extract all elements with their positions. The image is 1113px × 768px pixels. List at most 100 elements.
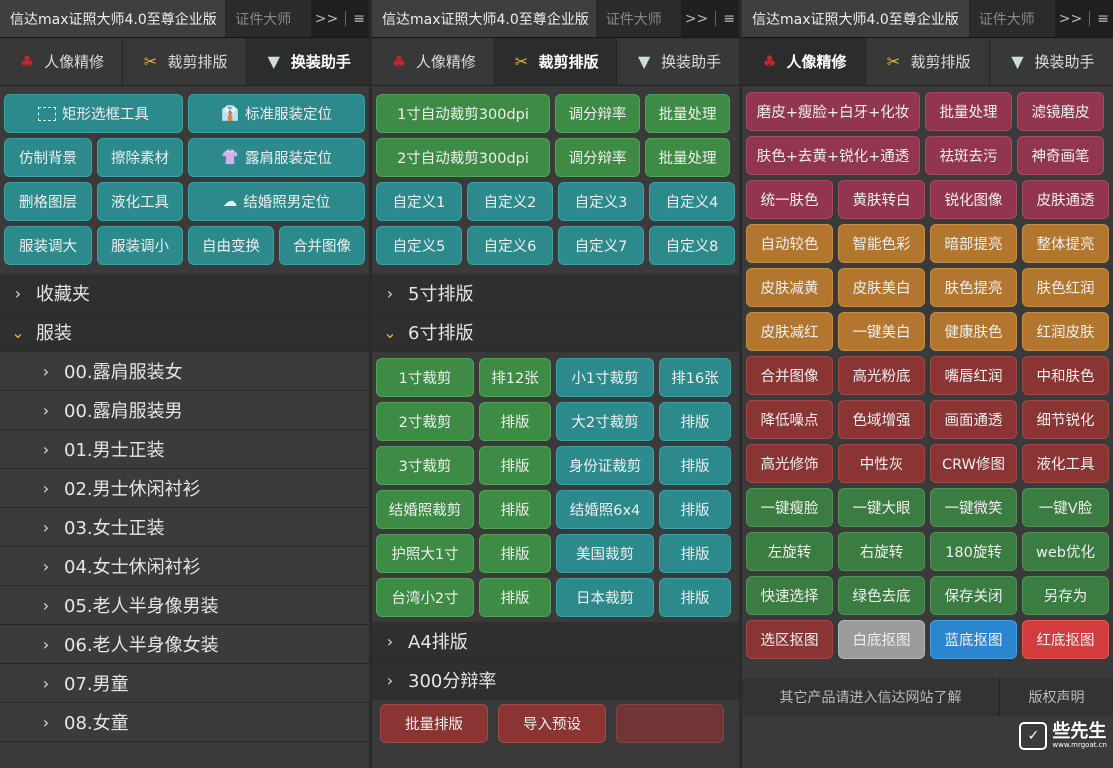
clothes-shrink-button[interactable]: 服装调小 [97, 226, 183, 265]
retouch-button[interactable]: 绿色去底 [838, 576, 925, 615]
clone-bg-button[interactable]: 仿制背景 [4, 138, 92, 177]
retouch-button[interactable]: 高光修饰 [746, 444, 833, 483]
custom-button[interactable]: 自定义2 [467, 182, 553, 221]
retouch-button[interactable]: 嘴唇红润 [930, 356, 1017, 395]
retouch-button[interactable]: 锐化图像 [930, 180, 1017, 219]
custom-button[interactable]: 自定义6 [467, 226, 553, 265]
standard-clothes-button[interactable]: 👔 标准服装定位 [188, 94, 365, 133]
tab-main[interactable]: 信达max证照大师4.0至尊企业版 [372, 0, 596, 37]
retouch-button[interactable]: 肤色提亮 [930, 268, 1017, 307]
layout-button[interactable]: 排16张 [659, 358, 731, 397]
wedding-male-button[interactable]: ☁ 结婚照男定位 [188, 182, 365, 221]
blue-bg-cutout-button[interactable]: 蓝底抠图 [930, 620, 1017, 659]
retouch-button[interactable]: 一键瘦脸 [746, 488, 833, 527]
crop-button[interactable]: 日本裁剪 [556, 578, 654, 617]
retouch-button[interactable]: 皮肤减红 [746, 312, 833, 351]
delete-layer-button[interactable]: 删格图层 [4, 182, 92, 221]
subtab-portrait[interactable]: ♣ 人像精修 [372, 38, 495, 85]
more-tabs-icon[interactable]: >> [1055, 0, 1086, 37]
retouch-button[interactable]: 液化工具 [1022, 444, 1109, 483]
retouch-button[interactable]: 右旋转 [838, 532, 925, 571]
crop-button[interactable]: 2寸裁剪 [376, 402, 474, 441]
menu-icon[interactable]: ≡ [1093, 0, 1113, 37]
blank-button[interactable] [616, 704, 724, 743]
retouch-button[interactable]: 整体提亮 [1022, 224, 1109, 263]
rect-marquee-button[interactable]: 矩形选框工具 [4, 94, 183, 133]
retouch-button[interactable]: 高光粉底 [838, 356, 925, 395]
batch-process-button[interactable]: 批量处理 [645, 138, 730, 177]
crop-button[interactable]: 3寸裁剪 [376, 446, 474, 485]
retouch-button[interactable]: CRW修图 [930, 444, 1017, 483]
layout-button[interactable]: 排版 [659, 490, 731, 529]
section-a4[interactable]: › A4排版 [372, 622, 739, 661]
retouch-button[interactable]: 降低噪点 [746, 400, 833, 439]
retouch-button[interactable]: 皮肤通透 [1022, 180, 1109, 219]
adjust-resolution-button[interactable]: 调分辩率 [555, 138, 640, 177]
subtab-crop[interactable]: ✂ 裁剪排版 [866, 38, 990, 85]
retouch-button[interactable]: 统一肤色 [746, 180, 833, 219]
tree-item-favorites[interactable]: › 收藏夹 [0, 274, 369, 313]
red-bg-cutout-button[interactable]: 红底抠图 [1022, 620, 1109, 659]
layout-button[interactable]: 排版 [659, 402, 731, 441]
retouch-button[interactable]: 色域增强 [838, 400, 925, 439]
more-tabs-icon[interactable]: >> [311, 0, 342, 37]
section-300dpi[interactable]: › 300分辩率 [372, 661, 739, 700]
retouch-button[interactable]: 肤色+去黄+锐化+通透 [746, 136, 920, 175]
subtab-crop[interactable]: ✂ 裁剪排版 [123, 38, 247, 85]
layout-button[interactable]: 排版 [479, 578, 551, 617]
retouch-button[interactable]: 合并图像 [746, 356, 833, 395]
layout-button[interactable]: 排版 [479, 446, 551, 485]
retouch-button[interactable]: 保存关闭 [930, 576, 1017, 615]
layout-button[interactable]: 排版 [479, 402, 551, 441]
tab-main[interactable]: 信达max证照大师4.0至尊企业版 [742, 0, 969, 37]
custom-button[interactable]: 自定义8 [649, 226, 735, 265]
tree-item[interactable]: › 00.露肩服装男 [0, 391, 369, 430]
adjust-resolution-button[interactable]: 调分辩率 [555, 94, 640, 133]
crop-button[interactable]: 护照大1寸 [376, 534, 474, 573]
batch-process-button[interactable]: 批量处理 [645, 94, 730, 133]
free-transform-button[interactable]: 自由变换 [188, 226, 274, 265]
crop-button[interactable]: 大2寸裁剪 [556, 402, 654, 441]
tree-item[interactable]: › 07.男童 [0, 664, 369, 703]
retouch-button[interactable]: 细节锐化 [1022, 400, 1109, 439]
retouch-button[interactable]: 批量处理 [925, 92, 1012, 131]
retouch-button[interactable]: 皮肤美白 [838, 268, 925, 307]
tab-main[interactable]: 信达max证照大师4.0至尊企业版 [0, 0, 226, 37]
retouch-button[interactable]: 一键微笑 [930, 488, 1017, 527]
retouch-button[interactable]: 中性灰 [838, 444, 925, 483]
subtab-portrait[interactable]: ♣ 人像精修 [742, 38, 866, 85]
layout-button[interactable]: 排版 [659, 446, 731, 485]
custom-button[interactable]: 自定义7 [558, 226, 644, 265]
custom-button[interactable]: 自定义1 [376, 182, 462, 221]
retouch-button[interactable]: 一键V脸 [1022, 488, 1109, 527]
custom-button[interactable]: 自定义4 [649, 182, 735, 221]
tree-item[interactable]: › 03.女士正装 [0, 508, 369, 547]
tree-item[interactable]: › 00.露肩服装女 [0, 352, 369, 391]
clothes-enlarge-button[interactable]: 服装调大 [4, 226, 92, 265]
retouch-button[interactable]: 黄肤转白 [838, 180, 925, 219]
subtab-clothes[interactable]: ▼ 换装助手 [246, 38, 369, 85]
section-6inch[interactable]: ⌄ 6寸排版 [372, 313, 739, 352]
tree-item[interactable]: › 04.女士休闲衬衫 [0, 547, 369, 586]
tree-item[interactable]: › 01.男士正装 [0, 430, 369, 469]
tree-item[interactable]: › 06.老人半身像女装 [0, 625, 369, 664]
offshoulder-clothes-button[interactable]: 👚 露肩服装定位 [188, 138, 365, 177]
tree-item[interactable]: › 05.老人半身像男装 [0, 586, 369, 625]
retouch-button[interactable]: 滤镜磨皮 [1017, 92, 1104, 131]
tree-item[interactable]: › 02.男士休闲衬衫 [0, 469, 369, 508]
retouch-button[interactable]: 暗部提亮 [930, 224, 1017, 263]
menu-icon[interactable]: ≡ [349, 0, 369, 37]
retouch-button[interactable]: 祛斑去污 [925, 136, 1012, 175]
crop-button[interactable]: 结婚照6x4 [556, 490, 654, 529]
tree-item[interactable]: › 08.女童 [0, 703, 369, 742]
subtab-clothes[interactable]: ▼ 换装助手 [990, 38, 1113, 85]
batch-layout-button[interactable]: 批量排版 [380, 704, 488, 743]
more-tabs-icon[interactable]: >> [681, 0, 712, 37]
layout-button[interactable]: 排版 [479, 490, 551, 529]
layout-button[interactable]: 排12张 [479, 358, 551, 397]
menu-icon[interactable]: ≡ [719, 0, 739, 37]
tab-cert-master[interactable]: 证件大师 [968, 0, 1055, 37]
crop-button[interactable]: 美国裁剪 [556, 534, 654, 573]
auto-crop-2inch-button[interactable]: 2寸自动裁剪300dpi [376, 138, 550, 177]
select-cutout-button[interactable]: 选区抠图 [746, 620, 833, 659]
